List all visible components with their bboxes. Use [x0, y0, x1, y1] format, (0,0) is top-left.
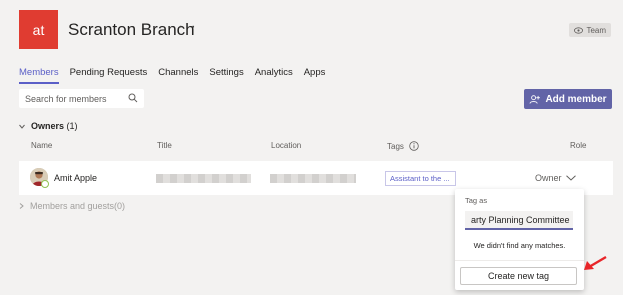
member-title-redacted	[156, 174, 251, 183]
members-guests-title: Members and guests	[30, 201, 115, 211]
tab-members[interactable]: Members	[19, 67, 59, 84]
owners-count: (1)	[66, 121, 78, 131]
members-guests-count: (0)	[114, 201, 126, 211]
column-header-role: Role	[570, 141, 587, 150]
tab-settings[interactable]: Settings	[209, 67, 243, 84]
column-header-location: Location	[271, 141, 302, 150]
create-new-tag-button[interactable]: Create new tag	[460, 267, 577, 285]
column-header-title: Title	[157, 141, 172, 150]
tab-pending-requests[interactable]: Pending Requests	[70, 67, 148, 84]
add-member-button[interactable]: Add member	[524, 89, 612, 109]
role-dropdown[interactable]: Owner	[535, 173, 576, 183]
annotation-arrow-icon	[584, 255, 607, 270]
presence-status-icon	[41, 180, 49, 188]
tab-analytics[interactable]: Analytics	[255, 67, 293, 84]
tag-as-label: Tag as	[465, 196, 488, 205]
column-header-tags: Tags	[387, 141, 419, 151]
owners-title: Owners	[31, 121, 65, 131]
no-match-message: We didn't find any matches.	[473, 241, 566, 250]
chevron-right-icon	[19, 203, 24, 209]
members-guests-section-toggle[interactable]: Members and guests(0)	[19, 201, 125, 211]
add-member-label: Add member	[545, 93, 607, 105]
tab-apps[interactable]: Apps	[304, 67, 326, 84]
team-more-options-button[interactable]: ···	[178, 18, 197, 36]
search-icon[interactable]	[128, 93, 138, 103]
chevron-down-icon	[565, 175, 576, 181]
team-name: Scranton Branch	[68, 20, 195, 39]
role-label: Owner	[535, 173, 562, 183]
tag-popup: Tag as arty Planning Committee We didn't…	[455, 189, 584, 290]
member-search-box	[19, 89, 144, 108]
tab-channels[interactable]: Channels	[158, 67, 198, 84]
team-badge-label: Team	[586, 25, 606, 35]
tab-bar: Members Pending Requests Channels Settin…	[19, 67, 336, 84]
member-name[interactable]: Amit Apple	[54, 173, 97, 183]
team-avatar: at	[19, 10, 58, 49]
add-person-icon	[529, 94, 541, 104]
search-input[interactable]	[25, 93, 125, 104]
eye-icon	[574, 26, 584, 34]
member-location-redacted	[270, 174, 356, 183]
column-header-tags-label: Tags	[387, 141, 404, 151]
info-icon[interactable]	[409, 141, 419, 151]
member-tag-chip[interactable]: Assistant to the ...	[385, 171, 456, 186]
tag-name-input[interactable]: arty Planning Committee	[465, 211, 573, 230]
owners-section-toggle[interactable]: Owners (1)	[19, 121, 78, 131]
chevron-down-icon	[19, 124, 25, 129]
column-header-name: Name	[31, 141, 53, 150]
team-type-badge: Team	[569, 23, 611, 37]
divider	[455, 260, 584, 261]
